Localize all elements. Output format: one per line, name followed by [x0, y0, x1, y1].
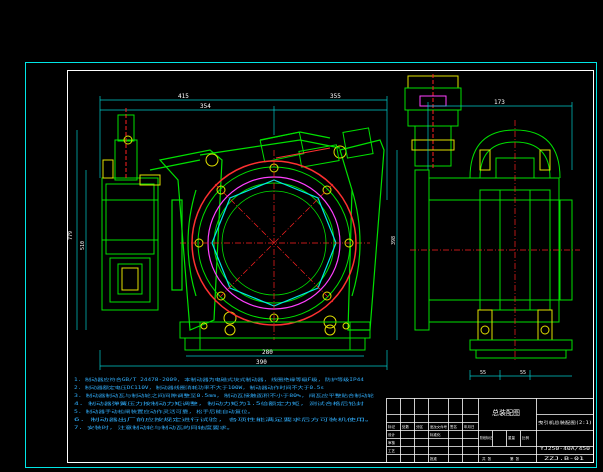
note-7: 7. 安装时, 注意制动轮与制动瓦的同轴度要求。	[74, 424, 234, 431]
grid-label-1: 标记	[388, 424, 396, 429]
lever-hinges	[205, 145, 347, 329]
drawing-code: YJ250-40A/450	[540, 446, 590, 452]
title-block	[386, 398, 594, 463]
electromagnet-left	[101, 108, 159, 311]
side-view: 173 55 55	[410, 99, 580, 380]
grid-label-2: 处数	[402, 424, 410, 429]
title-block-text: 总装配图 曳引机总装配图(2:1) YJ250-40A/450 ZZJ.B-01…	[388, 408, 592, 462]
dim-height-left: 510	[80, 241, 86, 250]
note-4: 4. 制动器弹簧压力按制动力矩调整, 制动力矩为1.5倍额定力矩, 测试合格后铅…	[74, 400, 364, 407]
side-center-lines	[410, 120, 580, 360]
note-6: 6. 制动器出厂前应按规定进行试验, 各项性能满足要求后方可装机使用。	[74, 416, 374, 423]
grid4-label-2: 第 张	[510, 456, 520, 461]
front-view: 415 354 355 779 510 398 390 280	[68, 93, 398, 370]
dim-right-view-right: 55	[520, 370, 526, 376]
dim-right-view-width: 173	[494, 99, 505, 106]
dim-inner-base: 280	[262, 349, 273, 356]
note-1: 1. 制动器应符合GB/T 24478-2009, 本制动器为电磁式块式制动器,…	[74, 376, 365, 383]
dim-right-view-left: 55	[480, 370, 486, 376]
dim-height-right: 398	[391, 236, 397, 245]
base-plate	[179, 321, 371, 351]
dim-height-total: 779	[68, 231, 74, 240]
grid3-label-3: 批准	[430, 456, 438, 461]
outer-frame	[25, 62, 597, 468]
dim-overall-width: 415	[178, 93, 189, 100]
note-2: 2. 制动器额定电压DC110V, 制动器线圈消耗功率不大于100W, 制动器动…	[74, 384, 325, 391]
top-view	[404, 74, 462, 170]
company-name: 曳引机总装配图(2:1)	[538, 419, 592, 425]
grid4-label-1: 共 张	[482, 456, 492, 461]
technical-notes: 1. 制动器应符合GB/T 24478-2009, 本制动器为电磁式块式制动器,…	[74, 376, 375, 431]
grid3-label-1: 审核	[388, 440, 396, 445]
dim-left-width: 354	[200, 103, 211, 110]
grid2-label-1: 设计	[388, 432, 396, 437]
grid-label-3: 分区	[416, 424, 424, 429]
note-5: 5. 制动器手动松闸装置应动作灵活可靠, 松手后能自动复位。	[74, 408, 254, 415]
dim-right-width: 355	[330, 93, 341, 100]
side-motor-body	[414, 169, 573, 331]
drawing-name: 总装配图	[492, 408, 520, 417]
grid-label-4: 更改文件号	[430, 424, 447, 429]
note-3: 3. 制动器制动瓦与制动轮之间间隙调整至0.5mm, 制动瓦接触面积不小于80%…	[74, 392, 375, 399]
cad-drawing-canvas: 415 354 355 779 510 398 390 280 173 55 5…	[25, 62, 597, 468]
grid2-label-5: 比例	[522, 435, 530, 440]
grid-label-5: 签名	[450, 424, 457, 429]
sheet-code: ZZJ.B-01	[544, 456, 585, 462]
grid2-label-4: 重量	[508, 435, 516, 440]
grid-label-6: 年月日	[464, 424, 475, 429]
grid2-label-3: 阶段标记	[480, 435, 492, 440]
side-base	[469, 339, 573, 359]
grid2-label-2: 标准化	[430, 432, 441, 437]
grid3-label-2: 工艺	[388, 448, 396, 453]
dim-base-width: 390	[256, 359, 267, 366]
